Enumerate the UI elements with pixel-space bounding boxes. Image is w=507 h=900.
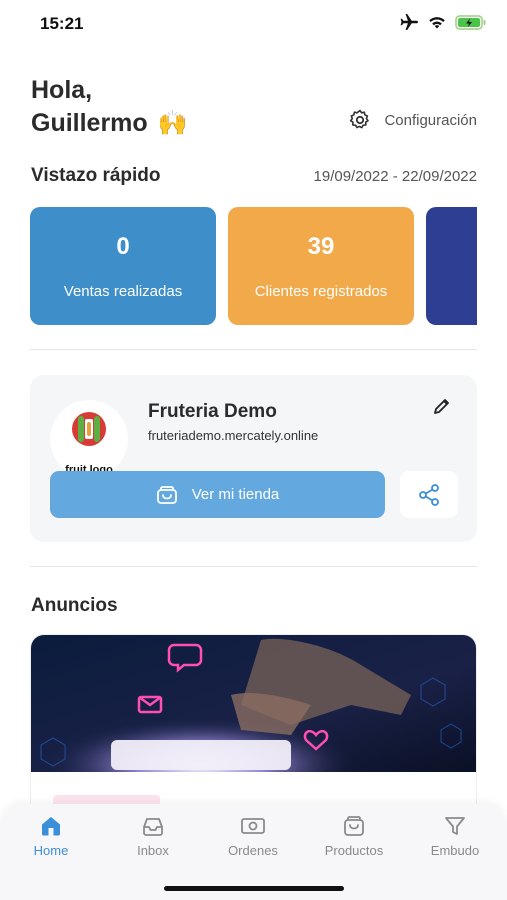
announcements-title: Anuncios [31,595,118,616]
tab-ordenes[interactable]: Ordenes [208,814,298,858]
money-icon [241,818,265,834]
store-logo: fruit logo [50,400,128,478]
greeting-line: Hola, [31,76,93,104]
store-url[interactable]: fruteriademo.mercately.online [148,428,318,443]
user-name: Guillermo [31,109,148,137]
wifi-icon [429,16,445,28]
home-indicator [164,886,344,891]
divider [30,566,477,567]
stat-value: 0 [116,233,130,260]
tab-label: Embudo [430,843,480,858]
pencil-icon [434,399,449,414]
tab-embudo[interactable]: Embudo [410,814,500,858]
inbox-icon [143,818,163,836]
status-bar: 15:21 [0,0,507,50]
funnel-icon [445,817,465,835]
tab-label: Ordenes [228,843,278,858]
airplane-icon [400,14,418,30]
tab-inbox[interactable]: Inbox [108,814,198,858]
share-icon [419,483,439,506]
store-card: fruit logo Fruteria Demo fruteriademo.me… [30,375,477,542]
status-icons [399,14,487,30]
stat-label: Ventas realizadas [63,283,183,300]
view-store-button[interactable]: Ver mi tienda [50,471,385,518]
raising-hands-emoji: 🙌 [157,110,188,137]
tab-label: Inbox [137,843,169,858]
shop-bag-icon [156,485,177,504]
stat-value: 39 [307,233,335,260]
tab-home[interactable]: Home [6,814,96,858]
quick-view-title: Vistazo rápido [31,165,161,186]
divider [30,349,477,350]
config-button[interactable]: Configuración [348,108,477,132]
date-range[interactable]: 19/09/2022 - 22/09/2022 [314,168,477,185]
edit-store-button[interactable] [429,393,455,419]
gear-icon [350,109,370,129]
stat-label: Clientes registrados [254,283,388,300]
stat-card-partial[interactable] [426,207,477,325]
home-icon [42,817,60,836]
stats-carousel[interactable]: 0 Ventas realizadas 39 Clientes registra… [30,207,477,325]
tab-label: Home [33,843,69,858]
greeting: Hola, Guillermo 🙌 [31,74,188,140]
stat-card-sales[interactable]: 0 Ventas realizadas [30,207,216,325]
announcement-image [31,635,476,772]
fruit-logo-icon [72,412,106,446]
status-time: 15:21 [40,14,84,33]
stat-card-clients[interactable]: 39 Clientes registrados [228,207,414,325]
view-store-label: Ver mi tienda [191,486,280,503]
battery-icon [455,14,486,30]
store-name: Fruteria Demo [148,401,277,422]
tab-productos[interactable]: Productos [309,814,399,858]
config-label: Configuración [384,111,477,129]
tab-label: Productos [324,843,384,858]
share-button[interactable] [400,471,458,518]
greeting-name-row: Guillermo 🙌 [31,107,188,140]
bag-icon [344,816,364,836]
